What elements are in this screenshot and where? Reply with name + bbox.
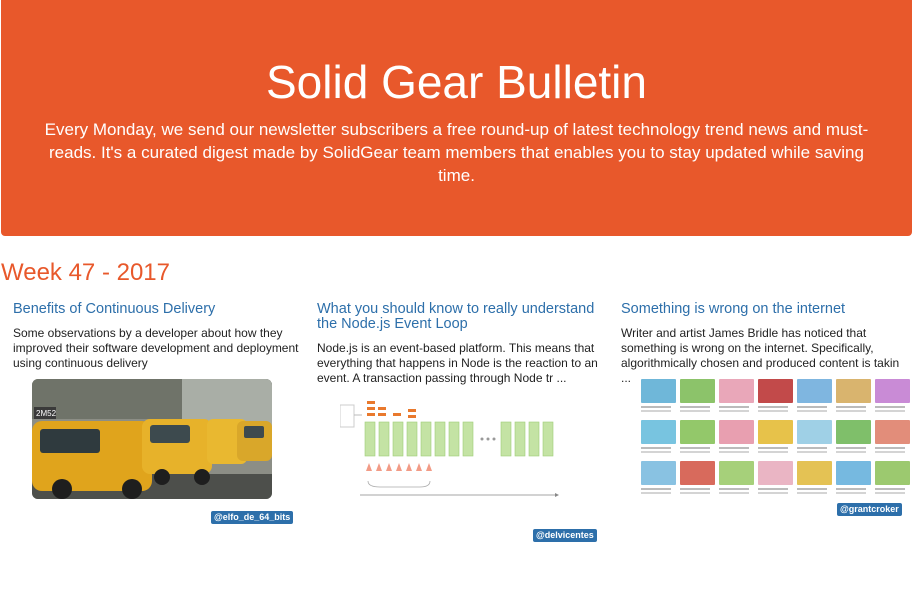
video-thumbnail bbox=[758, 420, 793, 449]
svg-text:2M52: 2M52 bbox=[36, 409, 57, 418]
video-thumbnail bbox=[875, 461, 910, 490]
article-card: Something is wrong on the internet Write… bbox=[621, 302, 911, 386]
video-thumbnail bbox=[797, 461, 832, 490]
author-badge[interactable]: @grantcroker bbox=[837, 503, 902, 516]
article-title-link[interactable]: What you should know to really understan… bbox=[317, 302, 607, 332]
article-title-link[interactable]: Benefits of Continuous Delivery bbox=[13, 302, 303, 317]
bulletin-header: Solid Gear Bulletin Every Monday, we sen… bbox=[1, 0, 912, 236]
video-thumbnail bbox=[758, 461, 793, 490]
video-thumbnail bbox=[836, 420, 871, 449]
week-title: Week 47 - 2017 bbox=[1, 259, 170, 286]
video-thumbnail bbox=[680, 461, 715, 490]
article-description: Writer and artist James Bridle has notic… bbox=[621, 326, 900, 385]
author-badge[interactable]: @elfo_de_64_bits bbox=[211, 511, 294, 524]
video-thumbnail-grid bbox=[641, 379, 910, 499]
page-title: Solid Gear Bulletin bbox=[266, 56, 647, 108]
author-badge[interactable]: @delvicentes bbox=[533, 529, 597, 542]
video-thumbnail bbox=[719, 461, 754, 490]
video-thumbnail bbox=[758, 379, 793, 408]
intro-text: Every Monday, we send our newsletter sub… bbox=[44, 120, 869, 185]
article-image[interactable] bbox=[641, 379, 910, 499]
article-card: What you should know to really understan… bbox=[317, 302, 607, 386]
video-thumbnail bbox=[719, 420, 754, 449]
video-thumbnail bbox=[641, 420, 676, 449]
article-description: Some observations by a developer about h… bbox=[13, 326, 299, 370]
video-thumbnail bbox=[719, 379, 754, 408]
event-loop-diagram bbox=[339, 401, 559, 497]
video-thumbnail bbox=[836, 461, 871, 490]
video-thumbnail bbox=[875, 379, 910, 408]
video-thumbnail bbox=[680, 420, 715, 449]
article-title-link[interactable]: Something is wrong on the internet bbox=[621, 302, 911, 317]
article-card: Benefits of Continuous Delivery Some obs… bbox=[13, 302, 303, 371]
video-thumbnail bbox=[680, 379, 715, 408]
video-thumbnail bbox=[641, 379, 676, 408]
article-description: Node.js is an event-based platform. This… bbox=[317, 341, 598, 385]
video-thumbnail bbox=[836, 379, 871, 408]
taxi-photo: 2M52 bbox=[32, 379, 272, 499]
article-image[interactable] bbox=[339, 395, 560, 505]
video-thumbnail bbox=[875, 420, 910, 449]
video-thumbnail bbox=[641, 461, 676, 490]
video-thumbnail bbox=[797, 379, 832, 408]
article-image[interactable]: 2M52 bbox=[32, 379, 272, 504]
video-thumbnail bbox=[797, 420, 832, 449]
